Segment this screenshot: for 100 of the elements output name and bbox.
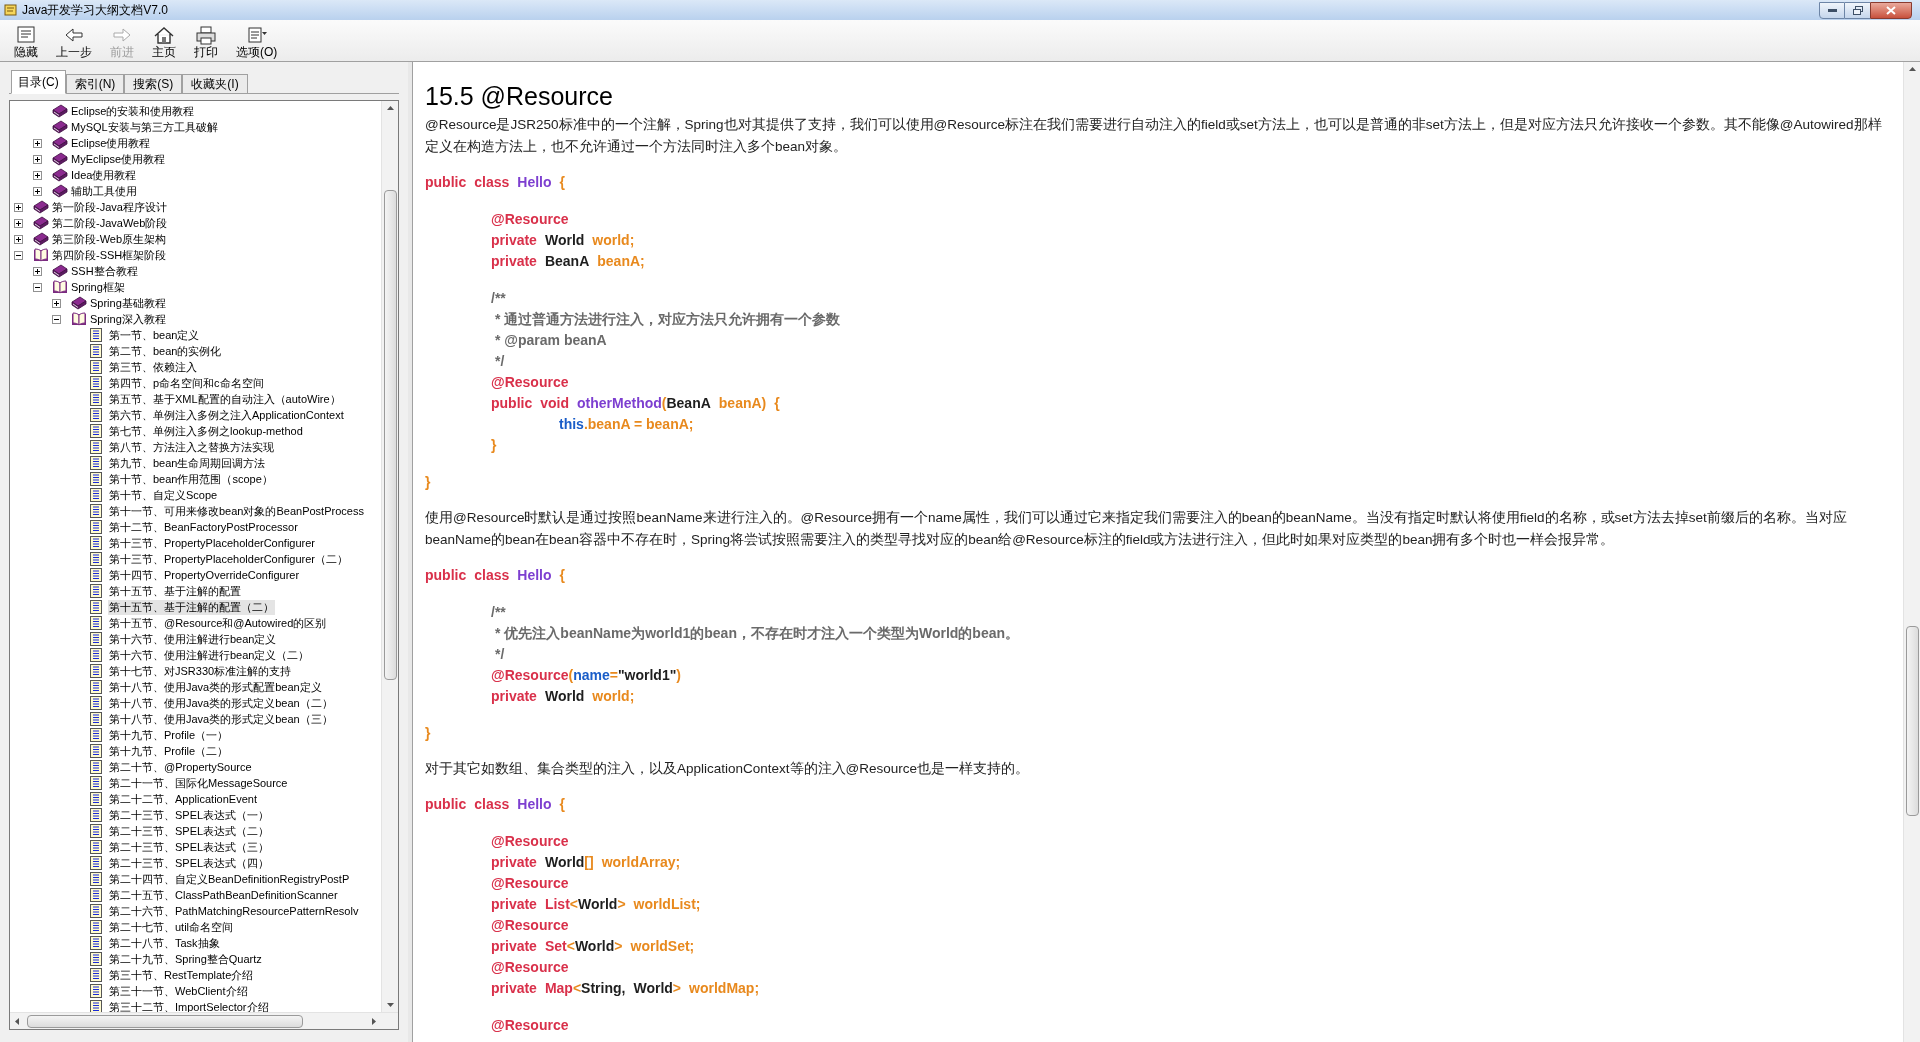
tree-item[interactable]: 第二十七节、util命名空间 [108,919,235,935]
tree-item[interactable]: 第十九节、Profile（二） [108,743,230,759]
tree-item[interactable]: 第十三节、PropertyPlaceholderConfigurer [108,535,317,551]
tree-item[interactable]: MySQL安装与第三方工具破解 [70,119,219,135]
document-icon [90,600,102,614]
expand-icon[interactable] [33,138,42,148]
tree-item[interactable]: 第五节、基于XML配置的自动注入（autoWire） [108,391,342,407]
code-line: private World world; [490,687,635,706]
tree-item[interactable]: 第二十节、@PropertySource [108,759,253,775]
tree-item[interactable]: 第二十三节、SPEL表达式（三） [108,839,271,855]
open-book-icon [52,280,68,294]
tree-item[interactable]: 第二十四节、自定义BeanDefinitionRegistryPostP [108,871,351,887]
tab[interactable]: 收藏夹(I) [182,74,248,94]
tree-item[interactable]: 第三十一节、WebClient介绍 [108,983,249,999]
tree-item[interactable]: 第二阶段-JavaWeb阶段 [51,215,169,231]
tree-item[interactable]: 第十七节、对JSR330标准注解的支持 [108,663,293,679]
code-line: } [425,724,431,743]
tree-item[interactable]: 第十九节、Profile（一） [108,727,230,743]
toolbar-button[interactable]: 主页 [150,25,178,59]
expand-icon[interactable] [14,234,23,244]
scroll-thumb[interactable] [383,190,397,680]
tree-item[interactable]: 第三阶段-Web原生架构 [51,231,168,247]
tree-item[interactable]: 第七节、单例注入多例之lookup-method [108,423,304,439]
toolbar-button[interactable]: 打印 [192,25,220,59]
scrollbar[interactable] [381,101,398,1012]
toolbar-button[interactable]: 上一步 [54,25,94,59]
collapse-icon[interactable] [52,314,61,324]
tree-item[interactable]: 辅助工具使用 [70,183,138,199]
code-line: @Resource [490,958,569,977]
tree-item[interactable]: 第十节、自定义Scope [108,487,219,503]
tree-item[interactable]: 第一节、bean定义 [108,327,201,343]
document-icon [90,680,102,694]
expand-icon[interactable] [33,266,42,276]
tree-item[interactable]: 第二十六节、PathMatchingResourcePatternResolv [108,903,360,919]
tree-item[interactable]: 第九节、bean生命周期回调方法 [108,455,267,471]
tree-item[interactable]: 第十五节、@Resource和@Autowired的区别 [108,615,328,631]
expand-icon[interactable] [14,218,23,228]
close-button[interactable] [1870,1,1912,19]
tree-item[interactable]: 第二十三节、SPEL表达式（一） [108,807,271,823]
document-icon [90,696,102,710]
tree-item[interactable]: Spring框架 [70,279,126,295]
document-icon [90,792,102,806]
tree-item[interactable]: Idea使用教程 [70,167,138,183]
collapse-icon[interactable] [33,282,42,292]
expand-icon[interactable] [33,154,42,164]
tree-item[interactable]: 第八节、方法注入之替换方法实现 [108,439,275,455]
tree-item[interactable]: 第四节、p命名空间和c命名空间 [108,375,265,391]
tree-item[interactable]: 第十四节、PropertyOverrideConfigurer [108,567,301,583]
tree-item[interactable]: 第十一节、可用来修改bean对象的BeanPostProcess [108,503,365,519]
tree-item[interactable]: Eclipse使用教程 [70,135,152,151]
horizontal-scrollbar[interactable] [10,1012,398,1029]
tree-item[interactable]: 第十节、bean作用范围（scope） [108,471,274,487]
tree-item[interactable]: 第二十八节、Task抽象 [108,935,221,951]
tree-item[interactable]: Spring基础教程 [89,295,167,311]
tree-item[interactable]: 第十八节、使用Java类的形式定义bean（二） [108,695,334,711]
tree-item[interactable]: 第十五节、基于注解的配置 [108,583,242,599]
tree-item[interactable]: 第六节、单例注入多例之注入ApplicationContext [108,407,345,423]
tree-item[interactable]: Eclipse的安装和使用教程 [70,103,196,119]
maximize-button[interactable] [1845,1,1870,19]
tree-item[interactable]: 第十六节、使用注解进行bean定义（二） [108,647,311,663]
expand-icon[interactable] [52,298,61,308]
tree-item[interactable]: 第十八节、使用Java类的形式定义bean（三） [108,711,334,727]
tree-item[interactable]: 第二节、bean的实例化 [108,343,223,359]
code-line: private World[] worldArray; [490,853,681,872]
tree-item[interactable]: 第三十节、RestTemplate介绍 [108,967,255,983]
tree-item[interactable]: 第三十二节、ImportSelector介绍 [108,999,270,1012]
tree-item[interactable]: 第一阶段-Java程序设计 [51,199,168,215]
toolbar-button[interactable]: 选项(O) [234,25,280,59]
tree-item[interactable]: MyEclipse使用教程 [70,151,167,167]
toolbar-button[interactable]: 隐藏 [12,25,40,59]
tab[interactable]: 搜索(S) [124,74,183,94]
tree-item[interactable]: 第十二节、BeanFactoryPostProcessor [108,519,299,535]
tree-item[interactable]: SSH整合教程 [70,263,139,279]
tree-item[interactable]: 第二十二节、ApplicationEvent [108,791,258,807]
tree-item[interactable]: 第二十一节、国际化MessageSource [108,775,289,791]
tree-item[interactable]: 第二十九节、Spring整合Quartz [108,951,263,967]
expand-icon[interactable] [33,186,42,196]
scrollbar[interactable] [1903,62,1920,1042]
tree-item[interactable]: 第十八节、使用Java类的形式配置bean定义 [108,679,323,695]
scroll-thumb[interactable] [1905,626,1919,816]
code-line: @Resource [490,832,569,851]
tab[interactable]: 索引(N) [65,74,125,94]
minimize-button[interactable] [1819,1,1845,19]
tree-item[interactable]: 第十五节、基于注解的配置（二） [108,599,275,615]
tree-item[interactable]: 第二十三节、SPEL表达式（四） [108,855,271,871]
tree-item[interactable]: 第十三节、PropertyPlaceholderConfigurer（二） [108,551,350,567]
collapse-icon[interactable] [14,250,23,260]
tree-item[interactable]: 第二十三节、SPEL表达式（二） [108,823,271,839]
forward-arrow-icon [111,25,133,45]
tree-item[interactable]: 第十六节、使用注解进行bean定义 [108,631,278,647]
tree-item[interactable]: 第二十五节、ClassPathBeanDefinitionScanner [108,887,339,903]
scroll-thumb[interactable] [27,1014,303,1028]
expand-icon[interactable] [33,170,42,180]
tab[interactable]: 目录(C) [11,70,66,94]
document-icon [90,776,102,790]
tree-item[interactable]: Spring深入教程 [89,311,167,327]
tree-item[interactable]: 第四阶段-SSH框架阶段 [51,247,168,263]
home-icon [153,25,175,45]
tree-item[interactable]: 第三节、依赖注入 [108,359,198,375]
expand-icon[interactable] [14,202,23,212]
